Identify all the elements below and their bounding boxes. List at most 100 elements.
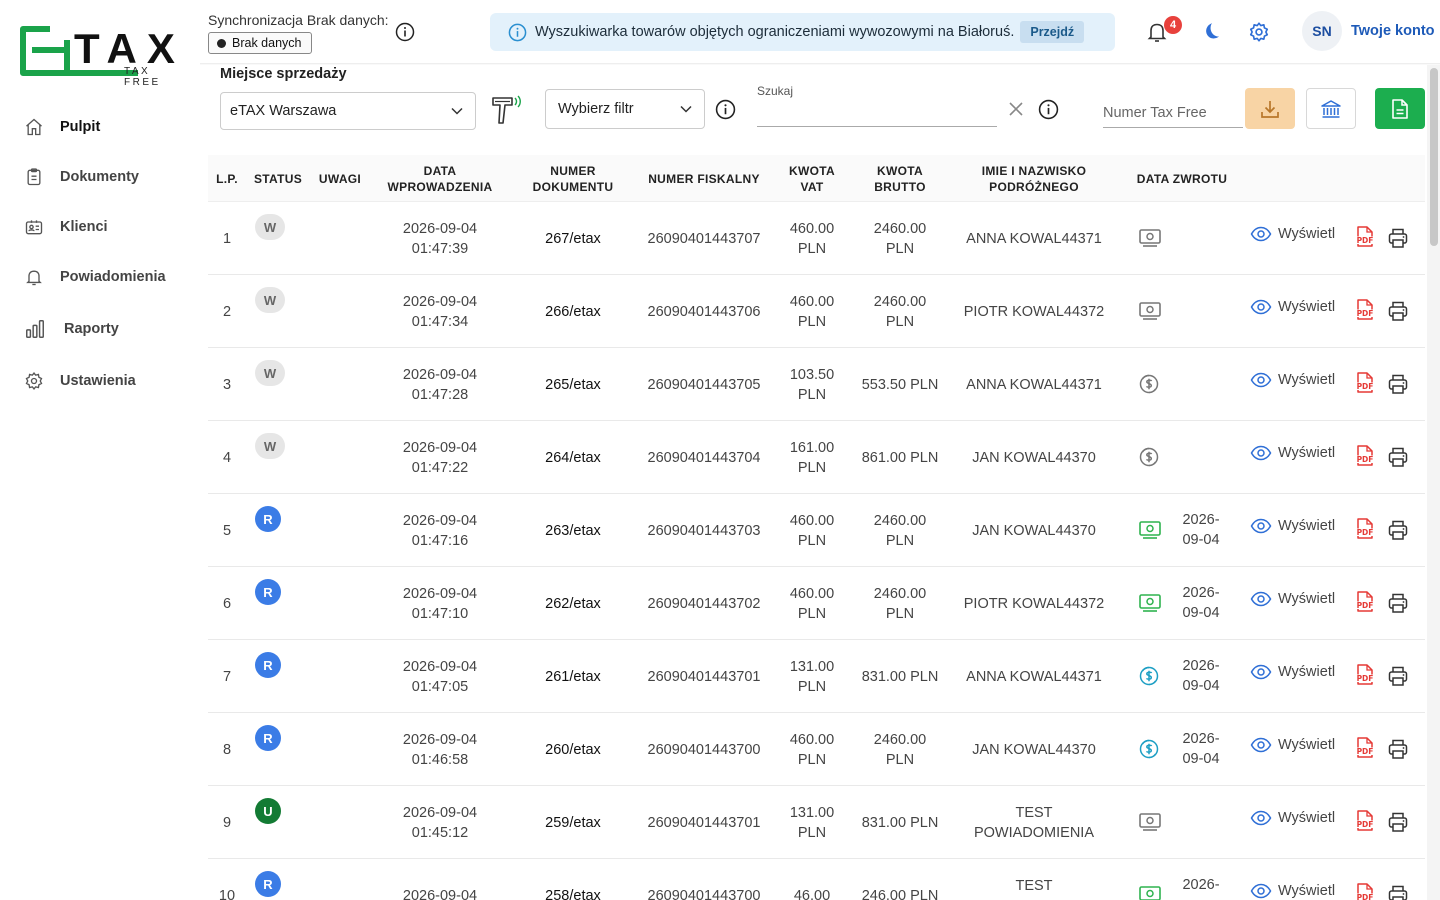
row-gross-amount: 861.00 PLN — [861, 449, 939, 466]
table-row[interactable]: 2 W 2026-09-04 01:47:34 266/etax 26090401… — [208, 275, 1425, 348]
sidebar-item-dokumenty[interactable]: Dokumenty — [0, 152, 200, 202]
filter-select[interactable]: Wybierz filtr — [545, 89, 705, 129]
info-icon[interactable] — [395, 22, 415, 42]
new-document-button[interactable] — [1375, 88, 1425, 129]
column-kwota-vat[interactable]: KWOTA VAT — [778, 155, 846, 202]
view-button[interactable]: Wyświetl — [1250, 445, 1335, 461]
print-icon[interactable] — [1387, 884, 1409, 900]
table-row[interactable]: 5 R 2026-09-04 01:47:16 263/etax 26090401… — [208, 494, 1425, 567]
pdf-icon[interactable]: PDF — [1355, 736, 1375, 760]
banner-go-button[interactable]: Przejdź — [1020, 21, 1085, 43]
column-imie-nazwisko[interactable]: IMIE I NAZWISKO PODRÓŻNEGO — [954, 155, 1114, 202]
print-icon[interactable] — [1387, 811, 1409, 833]
search-input[interactable] — [757, 100, 993, 124]
row-traveler-name: JAN KOWAL44370 — [972, 522, 1096, 539]
pdf-icon[interactable]: PDF — [1355, 298, 1375, 322]
clear-search-icon[interactable] — [1008, 101, 1024, 117]
tax-free-number-input[interactable] — [1103, 98, 1243, 128]
status-badge: R — [255, 579, 281, 605]
account-link[interactable]: Twoje konto — [1351, 23, 1435, 39]
status-badge: R — [255, 725, 281, 751]
view-button[interactable]: Wyświetl — [1250, 518, 1335, 534]
sidebar-item-powiadomienia[interactable]: Powiadomienia — [0, 252, 200, 302]
print-icon[interactable] — [1387, 592, 1409, 614]
pdf-icon[interactable]: PDF — [1355, 444, 1375, 468]
settings-gear-icon[interactable] — [1248, 21, 1270, 43]
table-row[interactable]: 4 W 2026-09-04 01:47:22 264/etax 26090401… — [208, 421, 1425, 494]
column-data-wprowadzenia[interactable]: DATA WPROWADZENIA — [380, 155, 500, 202]
view-button[interactable]: Wyświetl — [1250, 372, 1335, 388]
pdf-icon[interactable]: PDF — [1355, 225, 1375, 249]
print-icon[interactable] — [1387, 738, 1409, 760]
pdf-icon[interactable]: PDF — [1355, 663, 1375, 687]
print-icon[interactable] — [1387, 227, 1409, 249]
view-button[interactable]: Wyświetl — [1250, 810, 1335, 826]
eye-icon — [1250, 299, 1272, 315]
view-button[interactable]: Wyświetl — [1250, 664, 1335, 680]
column-numer-dokumentu[interactable]: NUMER DOKUMENTU — [518, 155, 628, 202]
table-row[interactable]: 10 R 2026-09-04 258/etax 26090401443700 … — [208, 859, 1425, 900]
coin-icon — [1139, 447, 1159, 467]
row-gross-amount: 2460.00 PLN — [873, 585, 927, 622]
row-document-number: 260/etax — [545, 741, 601, 758]
pdf-icon[interactable]: PDF — [1355, 882, 1375, 900]
avatar[interactable]: SN — [1302, 11, 1342, 51]
pdf-icon[interactable]: PDF — [1355, 371, 1375, 395]
table-row[interactable]: 6 R 2026-09-04 01:47:10 262/etax 26090401… — [208, 567, 1425, 640]
row-gross-amount: 2460.00 PLN — [873, 220, 927, 257]
barcode-scanner-icon[interactable] — [490, 94, 526, 126]
print-icon[interactable] — [1387, 300, 1409, 322]
svg-text:PDF: PDF — [1357, 236, 1374, 245]
chevron-down-icon — [451, 107, 463, 115]
view-button[interactable]: Wyświetl — [1250, 299, 1335, 315]
sidebar-item-klienci[interactable]: Klienci — [0, 202, 200, 252]
view-button[interactable]: Wyświetl — [1250, 883, 1335, 899]
table-row[interactable]: 9 U 2026-09-04 01:45:12 259/etax 26090401… — [208, 786, 1425, 859]
table-row[interactable]: 1 W 2026-09-04 01:47:39 267/etax 26090401… — [208, 202, 1425, 275]
view-button[interactable]: Wyświetl — [1250, 737, 1335, 753]
column-lp[interactable]: L.P. — [208, 155, 246, 202]
pdf-icon[interactable]: PDF — [1355, 590, 1375, 614]
search-info-icon[interactable] — [1038, 99, 1059, 120]
filter-info-icon[interactable] — [715, 99, 736, 120]
table-row[interactable]: 3 W 2026-09-04 01:47:28 265/etax 26090401… — [208, 348, 1425, 421]
column-status[interactable]: STATUS — [250, 155, 306, 202]
download-button[interactable] — [1245, 88, 1295, 129]
row-vat-amount: 131.00 PLN — [789, 658, 835, 695]
view-button[interactable]: Wyświetl — [1250, 226, 1335, 242]
sidebar-item-ustawienia[interactable]: Ustawienia — [0, 356, 200, 406]
scrollbar-thumb[interactable] — [1430, 68, 1438, 246]
sidebar-item-raporty[interactable]: Raporty — [0, 302, 200, 356]
row-refund-date: 2026- 09-04 — [1182, 585, 1220, 621]
sync-badge: Brak danych — [208, 32, 313, 54]
pdf-icon[interactable]: PDF — [1355, 517, 1375, 541]
sidebar-item-pulpit[interactable]: Pulpit — [0, 102, 200, 152]
print-icon[interactable] — [1387, 519, 1409, 541]
etax-logo[interactable]: TAX TAX FREE — [20, 22, 192, 88]
column-data-zwrotu[interactable]: DATA ZWROTU — [1130, 155, 1234, 202]
pdf-icon[interactable]: PDF — [1355, 809, 1375, 833]
row-gross-amount: 2460.00 PLN — [873, 731, 927, 768]
sidebar-item-label: Raporty — [64, 321, 119, 337]
eye-icon — [1250, 226, 1272, 242]
row-fiscal-number: 26090401443701 — [647, 814, 761, 831]
place-of-sale-select[interactable]: eTAX Warszawa — [220, 92, 476, 130]
table-row[interactable]: 7 R 2026-09-04 01:47:05 261/etax 26090401… — [208, 640, 1425, 713]
row-entry-date: 2026-09-04 01:47:39 — [402, 220, 478, 257]
row-lp: 9 — [222, 814, 232, 831]
row-vat-amount: 161.00 PLN — [789, 439, 835, 476]
column-kwota-brutto[interactable]: KWOTA BRUTTO — [856, 155, 944, 202]
table-row[interactable]: 8 R 2026-09-04 01:46:58 260/etax 26090401… — [208, 713, 1425, 786]
print-icon[interactable] — [1387, 373, 1409, 395]
id-card-icon — [25, 220, 43, 235]
view-button[interactable]: Wyświetl — [1250, 591, 1335, 607]
dark-mode-moon-icon[interactable] — [1200, 21, 1222, 43]
bank-button[interactable] — [1306, 88, 1356, 129]
status-badge: W — [255, 214, 285, 240]
row-lp: 4 — [222, 449, 232, 466]
column-numer-fiskalny[interactable]: NUMER FISKALNY — [638, 155, 770, 202]
column-uwagi[interactable]: UWAGI — [312, 155, 368, 202]
print-icon[interactable] — [1387, 446, 1409, 468]
search-label: Szukaj — [757, 84, 794, 98]
print-icon[interactable] — [1387, 665, 1409, 687]
